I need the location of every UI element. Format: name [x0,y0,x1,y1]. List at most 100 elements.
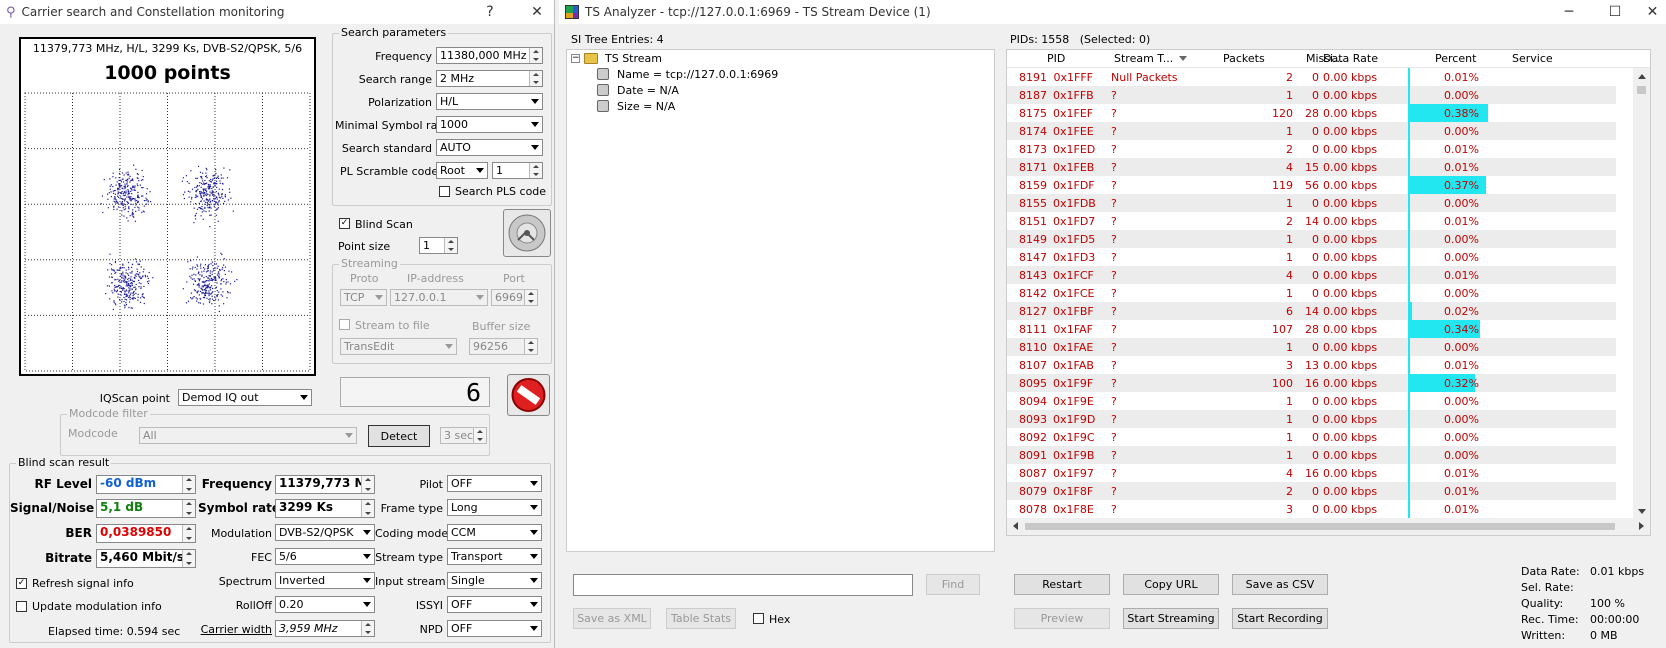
col-service[interactable]: Service [1512,52,1553,65]
col-pid[interactable]: PID [1047,52,1065,65]
frequency-spinner[interactable] [529,48,542,63]
min-symbol-rate-select[interactable]: 1000 [436,116,543,133]
point-size-spinner[interactable] [444,238,457,253]
pl-scramble-spinner[interactable] [529,163,542,178]
table-row[interactable]: 8159 0x1FDF? 119 56 0.00 kbps 0.37% [1007,176,1616,194]
port-spinner[interactable] [524,290,537,305]
frequency-input[interactable]: 11380,000 MHz [436,47,543,64]
save-xml-button[interactable]: Save as XML [573,608,651,629]
help-button[interactable]: ? [480,0,500,24]
table-row[interactable]: 8127 0x1FBF? 6 14 0.00 kbps 0.02% [1007,302,1616,320]
npd-select[interactable]: OFF [447,620,542,637]
tree-item-date[interactable]: Date = N/A [617,84,679,97]
table-row[interactable]: 8092 0x1F9C? 1 0 0.00 kbps 0.00% [1007,428,1616,446]
table-stats-button[interactable]: Table Stats [666,608,736,629]
pilot-select[interactable]: OFF [447,475,542,492]
frame-type-select[interactable]: Long [447,499,542,516]
proto-select[interactable]: TCP [340,289,387,306]
update-modulation-checkbox[interactable] [16,601,27,612]
detect-button[interactable]: Detect [368,425,430,447]
save-csv-button[interactable]: Save as CSV [1232,574,1328,595]
table-row[interactable]: 8143 0x1FCF? 4 0 0.00 kbps 0.01% [1007,266,1616,284]
tree-item-name[interactable]: Name = tcp://127.0.0.1:6969 [617,68,778,81]
table-row[interactable]: 8091 0x1F9B? 1 0 0.00 kbps 0.00% [1007,446,1616,464]
horizontal-scrollbar[interactable] [1007,518,1650,535]
table-row[interactable]: 8094 0x1F9E? 1 0 0.00 kbps 0.00% [1007,392,1616,410]
table-row[interactable]: 8149 0x1FD5? 1 0 0.00 kbps 0.00% [1007,230,1616,248]
result-frequency-spinner[interactable] [361,476,374,493]
table-row[interactable]: 8174 0x1FEE? 1 0 0.00 kbps 0.00% [1007,122,1616,140]
stop-button[interactable] [507,374,550,416]
signal-noise-spinner[interactable] [182,500,195,517]
search-standard-select[interactable]: AUTO [436,139,543,156]
table-row[interactable]: 8107 0x1FAB? 3 13 0.00 kbps 0.01% [1007,356,1616,374]
buffer-size-input[interactable]: 96256 [469,338,538,355]
pl-scramble-code-input[interactable]: 1 [492,162,543,179]
scroll-up-icon[interactable] [1638,74,1646,79]
table-row[interactable]: 8079 0x1F8F? 2 0 0.00 kbps 0.01% [1007,482,1616,500]
ip-address-select[interactable]: 127.0.0.1 [390,289,488,306]
close-button[interactable]: ✕ [525,0,549,24]
scroll-thumb[interactable] [1637,86,1646,94]
table-row[interactable]: 8093 0x1F9D? 1 0 0.00 kbps 0.00% [1007,410,1616,428]
iqscan-select[interactable]: Demod IQ out [178,389,312,406]
search-range-spinner[interactable] [529,71,542,86]
input-stream-select[interactable]: Single [447,572,542,589]
detect-time-input[interactable]: 3 sec [440,427,487,444]
scroll-thumb-h[interactable] [1025,523,1615,530]
table-row[interactable]: 8155 0x1FDB? 1 0 0.00 kbps 0.00% [1007,194,1616,212]
table-row[interactable]: 8187 0x1FFB? 1 0 0.00 kbps 0.00% [1007,86,1616,104]
scroll-right-icon[interactable] [1639,522,1644,530]
table-row[interactable]: 8078 0x1F8E? 3 0 0.00 kbps 0.01% [1007,500,1616,518]
modulation-select[interactable]: DVB-S2/QPSK [275,524,375,541]
table-row[interactable]: 8087 0x1F97? 4 16 0.00 kbps 0.01% [1007,464,1616,482]
table-row[interactable]: 8151 0x1FD7? 2 14 0.00 kbps 0.01% [1007,212,1616,230]
blind-scan-checkbox[interactable]: ✓ [339,218,350,229]
table-row[interactable]: 8171 0x1FEB? 4 15 0.00 kbps 0.01% [1007,158,1616,176]
port-input[interactable]: 6969 [491,289,538,306]
table-row[interactable]: 8175 0x1FEF? 120 28 0.00 kbps 0.38% [1007,104,1616,122]
start-streaming-button[interactable]: Start Streaming [1123,608,1219,629]
start-recording-button[interactable]: Start Recording [1232,608,1328,629]
maximize-button[interactable]: ☐ [1595,0,1635,24]
tree-item-size[interactable]: Size = N/A [617,100,675,113]
search-pls-checkbox[interactable] [439,186,450,197]
table-row[interactable]: 8111 0x1FAF? 107 28 0.00 kbps 0.34% [1007,320,1616,338]
hex-checkbox[interactable] [753,613,764,624]
col-stream-type[interactable]: Stream T... [1114,52,1173,65]
table-row[interactable]: 8173 0x1FED? 2 0 0.00 kbps 0.01% [1007,140,1616,158]
refresh-signal-checkbox[interactable]: ✓ [16,578,27,589]
polarization-select[interactable]: H/L [436,93,543,110]
table-row[interactable]: 8142 0x1FCE? 1 0 0.00 kbps 0.00% [1007,284,1616,302]
ber-spinner[interactable] [182,525,195,542]
stream-target-select[interactable]: TransEdit [340,338,457,355]
bitrate-spinner[interactable] [182,550,195,567]
table-row[interactable]: 8110 0x1FAE? 1 0 0.00 kbps 0.00% [1007,338,1616,356]
satellite-dish-button[interactable] [503,209,551,257]
buffer-size-spinner[interactable] [524,339,537,354]
search-range-input[interactable]: 2 MHz [436,70,543,87]
spectrum-select[interactable]: Inverted [275,572,375,589]
restart-button[interactable]: Restart [1014,574,1110,595]
coding-mode-select[interactable]: CCM [447,524,542,541]
tree-collapse-icon[interactable]: − [571,54,580,63]
rolloff-select[interactable]: 0.20 [275,596,375,613]
copy-url-button[interactable]: Copy URL [1123,574,1219,595]
vertical-scrollbar[interactable] [1633,68,1650,520]
minimize-button[interactable]: ─ [1549,0,1589,24]
tree-root[interactable]: TS Stream [605,52,662,65]
col-data-rate[interactable]: Data Rate [1323,52,1378,65]
fec-select[interactable]: 5/6 [275,548,375,565]
point-size-input[interactable]: 1 [419,237,458,254]
detect-time-spinner[interactable] [473,428,486,443]
stream-to-file-checkbox[interactable] [339,319,350,330]
find-input[interactable] [573,574,913,596]
issyi-select[interactable]: OFF [447,596,542,613]
table-row[interactable]: 8147 0x1FD3? 1 0 0.00 kbps 0.00% [1007,248,1616,266]
modcode-select[interactable]: All [139,427,357,444]
col-percent[interactable]: Percent [1435,52,1476,65]
symbol-rate-spinner[interactable] [361,500,374,517]
find-button[interactable]: Find [926,574,980,595]
scroll-left-icon[interactable] [1013,522,1018,530]
rf-level-spinner[interactable] [182,476,195,493]
